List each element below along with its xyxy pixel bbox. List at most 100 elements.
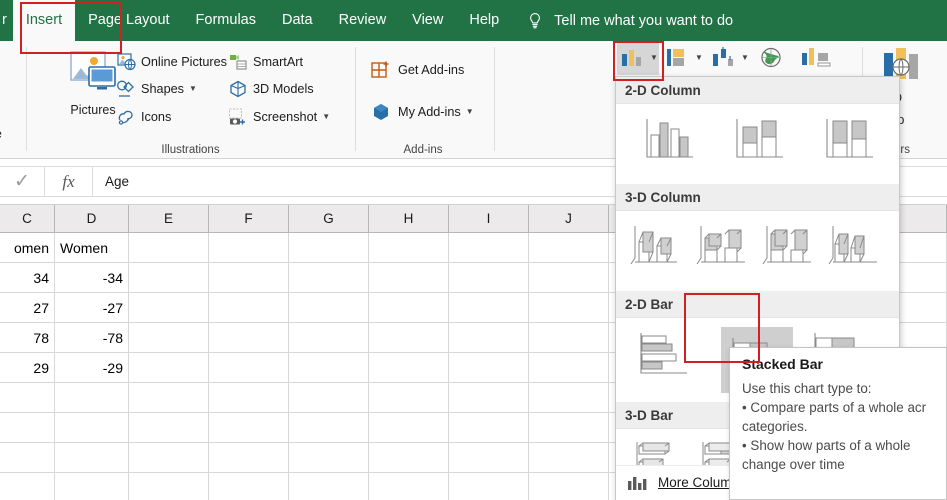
cell-G4[interactable]: [289, 323, 369, 353]
cell-H8[interactable]: [369, 443, 449, 473]
cell-E4[interactable]: [129, 323, 209, 353]
cell-I3[interactable]: [449, 293, 529, 323]
column-header-G[interactable]: G: [289, 205, 369, 233]
cell-F3[interactable]: [209, 293, 289, 323]
chevron-down-icon[interactable]: ▼: [189, 85, 197, 93]
chevron-down-icon[interactable]: ▼: [695, 54, 703, 62]
cell-J8[interactable]: [529, 443, 609, 473]
3d-models-button[interactable]: 3D Models: [228, 79, 314, 99]
cell-E2[interactable]: [129, 263, 209, 293]
cell-G7[interactable]: [289, 413, 369, 443]
gallery-item-100-stacked-column[interactable]: [821, 113, 889, 175]
tell-me-box[interactable]: Tell me what you want to do: [526, 0, 733, 41]
column-header-H[interactable]: H: [369, 205, 449, 233]
cell-I2[interactable]: [449, 263, 529, 293]
gallery-item-3d-column[interactable]: [825, 220, 891, 282]
cell-E6[interactable]: [129, 383, 209, 413]
cell-I5[interactable]: [449, 353, 529, 383]
tab-home-partial[interactable]: r: [0, 0, 13, 41]
insert-column-bar-chart-button[interactable]: ▼: [619, 45, 658, 71]
cell-F5[interactable]: [209, 353, 289, 383]
cell-E7[interactable]: [129, 413, 209, 443]
chevron-down-icon[interactable]: ▼: [741, 54, 749, 62]
cell-F4[interactable]: [209, 323, 289, 353]
cell-D3[interactable]: -27: [55, 293, 129, 323]
cell-I6[interactable]: [449, 383, 529, 413]
cell-C2[interactable]: 34: [0, 263, 55, 293]
cell-J5[interactable]: [529, 353, 609, 383]
cell-J1[interactable]: [529, 233, 609, 263]
cell-H9[interactable]: [369, 473, 449, 500]
cell-D1[interactable]: Women: [55, 233, 129, 263]
my-addins-button[interactable]: My Add-ins ▼: [370, 101, 474, 123]
cell-H3[interactable]: [369, 293, 449, 323]
icons-button[interactable]: Icons: [116, 107, 171, 127]
cell-D5[interactable]: -29: [55, 353, 129, 383]
chevron-down-icon[interactable]: ▼: [466, 108, 474, 116]
tab-insert[interactable]: Insert: [12, 0, 76, 41]
cell-E1[interactable]: [129, 233, 209, 263]
column-header-C[interactable]: C: [0, 205, 55, 233]
cell-I1[interactable]: [449, 233, 529, 263]
formula-accept-button[interactable]: ✓: [0, 166, 45, 197]
cell-I7[interactable]: [449, 413, 529, 443]
cell-F9[interactable]: [209, 473, 289, 500]
cell-C5[interactable]: 29: [0, 353, 55, 383]
tab-review[interactable]: Review: [326, 0, 400, 41]
tab-page-layout[interactable]: Page Layout: [75, 0, 182, 41]
insert-waterfall-stock-chart-button[interactable]: ▼: [710, 45, 749, 71]
cell-D9[interactable]: [55, 473, 129, 500]
column-header-J[interactable]: J: [529, 205, 609, 233]
cell-G8[interactable]: [289, 443, 369, 473]
cell-F8[interactable]: [209, 443, 289, 473]
cell-H1[interactable]: [369, 233, 449, 263]
gallery-item-clustered-bar[interactable]: [633, 329, 701, 391]
cell-D6[interactable]: [55, 383, 129, 413]
gallery-item-stacked-column[interactable]: [731, 113, 799, 175]
get-addins-button[interactable]: Get Add-ins: [370, 59, 464, 81]
insert-map-chart-button[interactable]: [756, 45, 786, 71]
cell-J9[interactable]: [529, 473, 609, 500]
cell-G5[interactable]: [289, 353, 369, 383]
column-header-I[interactable]: I: [449, 205, 529, 233]
cell-G9[interactable]: [289, 473, 369, 500]
cell-G2[interactable]: [289, 263, 369, 293]
column-header-D[interactable]: D: [55, 205, 129, 233]
tab-view[interactable]: View: [399, 0, 456, 41]
cell-D2[interactable]: -34: [55, 263, 129, 293]
cell-E3[interactable]: [129, 293, 209, 323]
fx-icon[interactable]: fx: [45, 166, 93, 197]
tab-data[interactable]: Data: [269, 0, 326, 41]
cell-H4[interactable]: [369, 323, 449, 353]
cell-H6[interactable]: [369, 383, 449, 413]
cell-C3[interactable]: 27: [0, 293, 55, 323]
column-header-E[interactable]: E: [129, 205, 209, 233]
cell-F2[interactable]: [209, 263, 289, 293]
cell-F1[interactable]: [209, 233, 289, 263]
cell-D8[interactable]: [55, 443, 129, 473]
gallery-item-3d-clustered-column[interactable]: [627, 220, 693, 282]
gallery-item-3d-100-stacked-column[interactable]: [759, 220, 825, 282]
cell-E5[interactable]: [129, 353, 209, 383]
shapes-button[interactable]: Shapes ▼: [116, 79, 197, 99]
cell-C8[interactable]: [0, 443, 55, 473]
cell-J7[interactable]: [529, 413, 609, 443]
cell-G6[interactable]: [289, 383, 369, 413]
insert-pivotchart-button[interactable]: [800, 45, 831, 71]
cell-I9[interactable]: [449, 473, 529, 500]
column-header-F[interactable]: F: [209, 205, 289, 233]
insert-hierarchy-chart-button[interactable]: ▼: [664, 45, 703, 71]
cell-E8[interactable]: [129, 443, 209, 473]
tab-help[interactable]: Help: [456, 0, 512, 41]
cell-I4[interactable]: [449, 323, 529, 353]
gallery-item-3d-stacked-column[interactable]: [693, 220, 759, 282]
gallery-item-clustered-column[interactable]: [641, 113, 709, 175]
cell-G3[interactable]: [289, 293, 369, 323]
cell-C7[interactable]: [0, 413, 55, 443]
cell-D4[interactable]: -78: [55, 323, 129, 353]
cell-F7[interactable]: [209, 413, 289, 443]
chevron-down-icon[interactable]: ▼: [650, 54, 658, 62]
online-pictures-button[interactable]: Online Pictures: [116, 52, 227, 72]
cell-F6[interactable]: [209, 383, 289, 413]
cell-H5[interactable]: [369, 353, 449, 383]
